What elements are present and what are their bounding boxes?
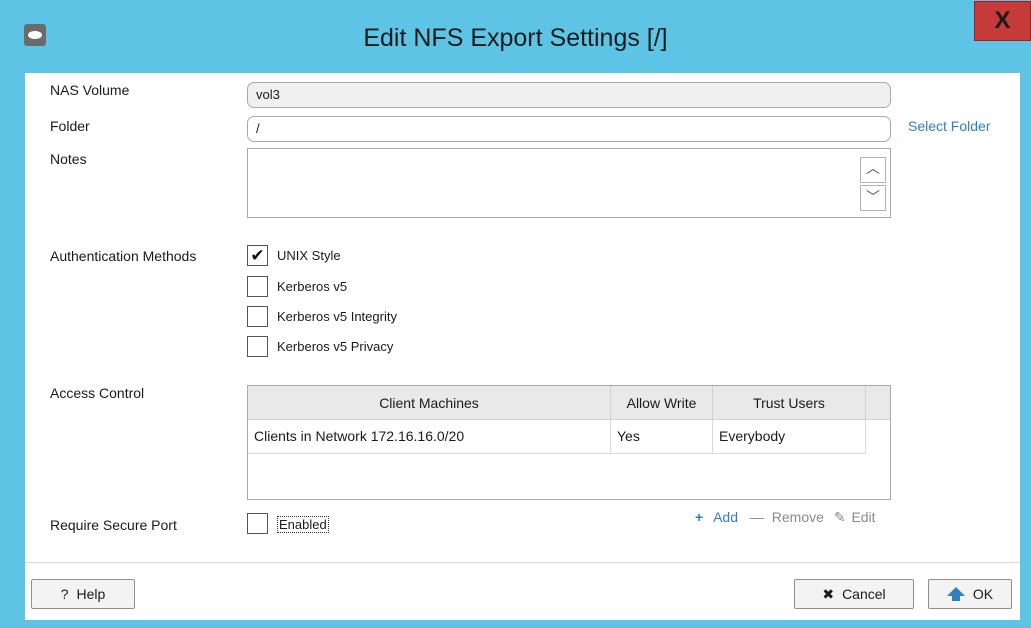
minus-icon: — xyxy=(749,509,764,525)
nas-volume-field: vol3 xyxy=(247,82,891,108)
access-control-table[interactable]: Client Machines Allow Write Trust Users … xyxy=(247,385,891,500)
kerberos-v5-privacy-label: Kerberos v5 Privacy xyxy=(277,339,394,354)
dialog-window: Edit NFS Export Settings [/] X NAS Volum… xyxy=(0,0,1031,628)
table-cell-trust-users[interactable]: Everybody xyxy=(713,420,866,454)
folder-label: Folder xyxy=(50,118,90,134)
auth-methods-label: Authentication Methods xyxy=(50,248,197,264)
dialog-title: Edit NFS Export Settings [/] xyxy=(363,24,668,52)
kerberos-v5-checkbox[interactable] xyxy=(247,276,268,297)
column-header-client-machines[interactable]: Client Machines xyxy=(248,386,611,420)
kerberos-v5-label: Kerberos v5 xyxy=(277,279,348,294)
table-cell-allow-write[interactable]: Yes xyxy=(611,420,713,454)
pencil-icon: ✎ xyxy=(833,509,846,525)
cancel-x-icon: ✖ xyxy=(822,586,835,602)
help-label: Help xyxy=(76,586,106,602)
unix-style-checkbox[interactable]: ✔ xyxy=(247,245,268,266)
ok-label: OK xyxy=(972,586,994,602)
cancel-label: Cancel xyxy=(842,586,886,602)
help-icon: ? xyxy=(60,586,69,602)
column-header-trust-users[interactable]: Trust Users xyxy=(713,386,866,420)
table-cell-client[interactable]: Clients in Network 172.16.16.0/20 xyxy=(248,420,611,454)
access-control-toolbar: + Add — Remove ✎ Edit xyxy=(695,509,876,526)
title-bar[interactable]: Edit NFS Export Settings [/] X xyxy=(0,0,1031,74)
plus-icon[interactable]: + xyxy=(695,509,703,525)
dialog-content: NAS Volume vol3 Folder / Select Folder N… xyxy=(25,73,1020,562)
kerberos-v5-integrity-checkbox[interactable] xyxy=(247,306,268,327)
access-control-label: Access Control xyxy=(50,385,145,401)
edit-button[interactable]: Edit xyxy=(851,509,875,525)
secure-port-enabled-label: Enabled xyxy=(277,516,329,533)
column-header-filler xyxy=(866,386,890,420)
arrow-up-icon xyxy=(946,587,965,601)
add-button[interactable]: Add xyxy=(713,509,738,525)
kerberos-v5-integrity-label: Kerberos v5 Integrity xyxy=(277,309,397,324)
scroll-up-icon[interactable]: ︿ xyxy=(860,157,886,183)
column-header-allow-write[interactable]: Allow Write xyxy=(611,386,713,420)
secure-port-checkbox[interactable] xyxy=(247,513,268,534)
close-button[interactable]: X xyxy=(974,1,1031,41)
notes-textarea[interactable]: ︿ ﹀ xyxy=(247,148,891,218)
remove-button[interactable]: Remove xyxy=(772,509,824,525)
notes-label: Notes xyxy=(50,151,87,167)
scroll-down-icon[interactable]: ﹀ xyxy=(860,185,886,211)
nas-volume-label: NAS Volume xyxy=(50,82,130,98)
cancel-button[interactable]: ✖ Cancel xyxy=(794,579,914,609)
kerberos-v5-privacy-checkbox[interactable] xyxy=(247,336,268,357)
select-folder-link[interactable]: Select Folder xyxy=(908,118,990,134)
help-button[interactable]: ? Help xyxy=(31,579,135,609)
ok-button[interactable]: OK xyxy=(928,579,1012,609)
unix-style-label: UNIX Style xyxy=(277,248,341,263)
folder-field[interactable]: / xyxy=(247,116,891,142)
secure-port-label: Require Secure Port xyxy=(50,517,177,533)
